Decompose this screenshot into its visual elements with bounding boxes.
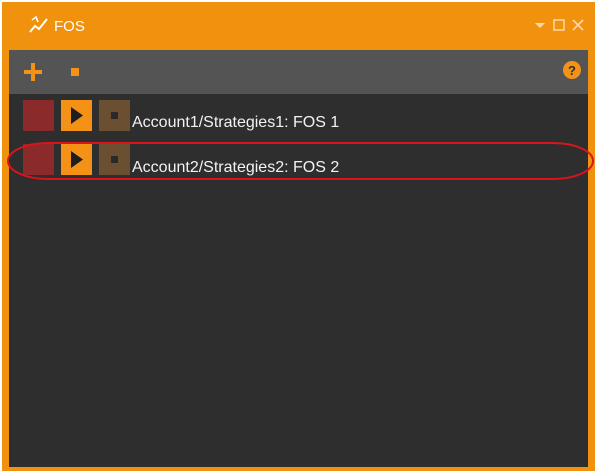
toolbar: ?	[9, 50, 588, 94]
stop-button[interactable]	[99, 144, 130, 175]
close-icon[interactable]	[571, 18, 585, 32]
disable-button[interactable]	[23, 100, 54, 131]
plus-icon[interactable]	[22, 61, 44, 83]
stop-icon[interactable]	[66, 63, 84, 81]
dropdown-icon[interactable]	[533, 18, 547, 32]
stop-icon	[111, 156, 118, 163]
fos-window: FOS ? Account1/Strategies1: FOS 1 Accoun…	[2, 2, 595, 471]
window-controls	[533, 16, 585, 34]
help-icon[interactable]: ?	[562, 60, 582, 80]
stop-icon	[111, 112, 118, 119]
disable-button[interactable]	[23, 144, 54, 175]
list-item[interactable]: Account2/Strategies2: FOS 2	[9, 144, 588, 178]
strategy-label: Account1/Strategies1: FOS 1	[132, 114, 340, 131]
stop-button[interactable]	[99, 100, 130, 131]
start-button[interactable]	[61, 100, 92, 131]
maximize-icon[interactable]	[552, 18, 566, 32]
window-title: FOS	[54, 18, 85, 35]
start-button[interactable]	[61, 144, 92, 175]
strategy-list: Account1/Strategies1: FOS 1 Account2/Str…	[9, 94, 588, 467]
play-icon	[71, 107, 83, 124]
strategy-label: Account2/Strategies2: FOS 2	[132, 159, 340, 176]
chart-trend-icon	[29, 15, 48, 33]
svg-text:?: ?	[568, 63, 576, 78]
list-item[interactable]: Account1/Strategies1: FOS 1	[9, 100, 588, 134]
title-bar[interactable]: FOS	[2, 2, 595, 46]
play-icon	[71, 151, 83, 168]
